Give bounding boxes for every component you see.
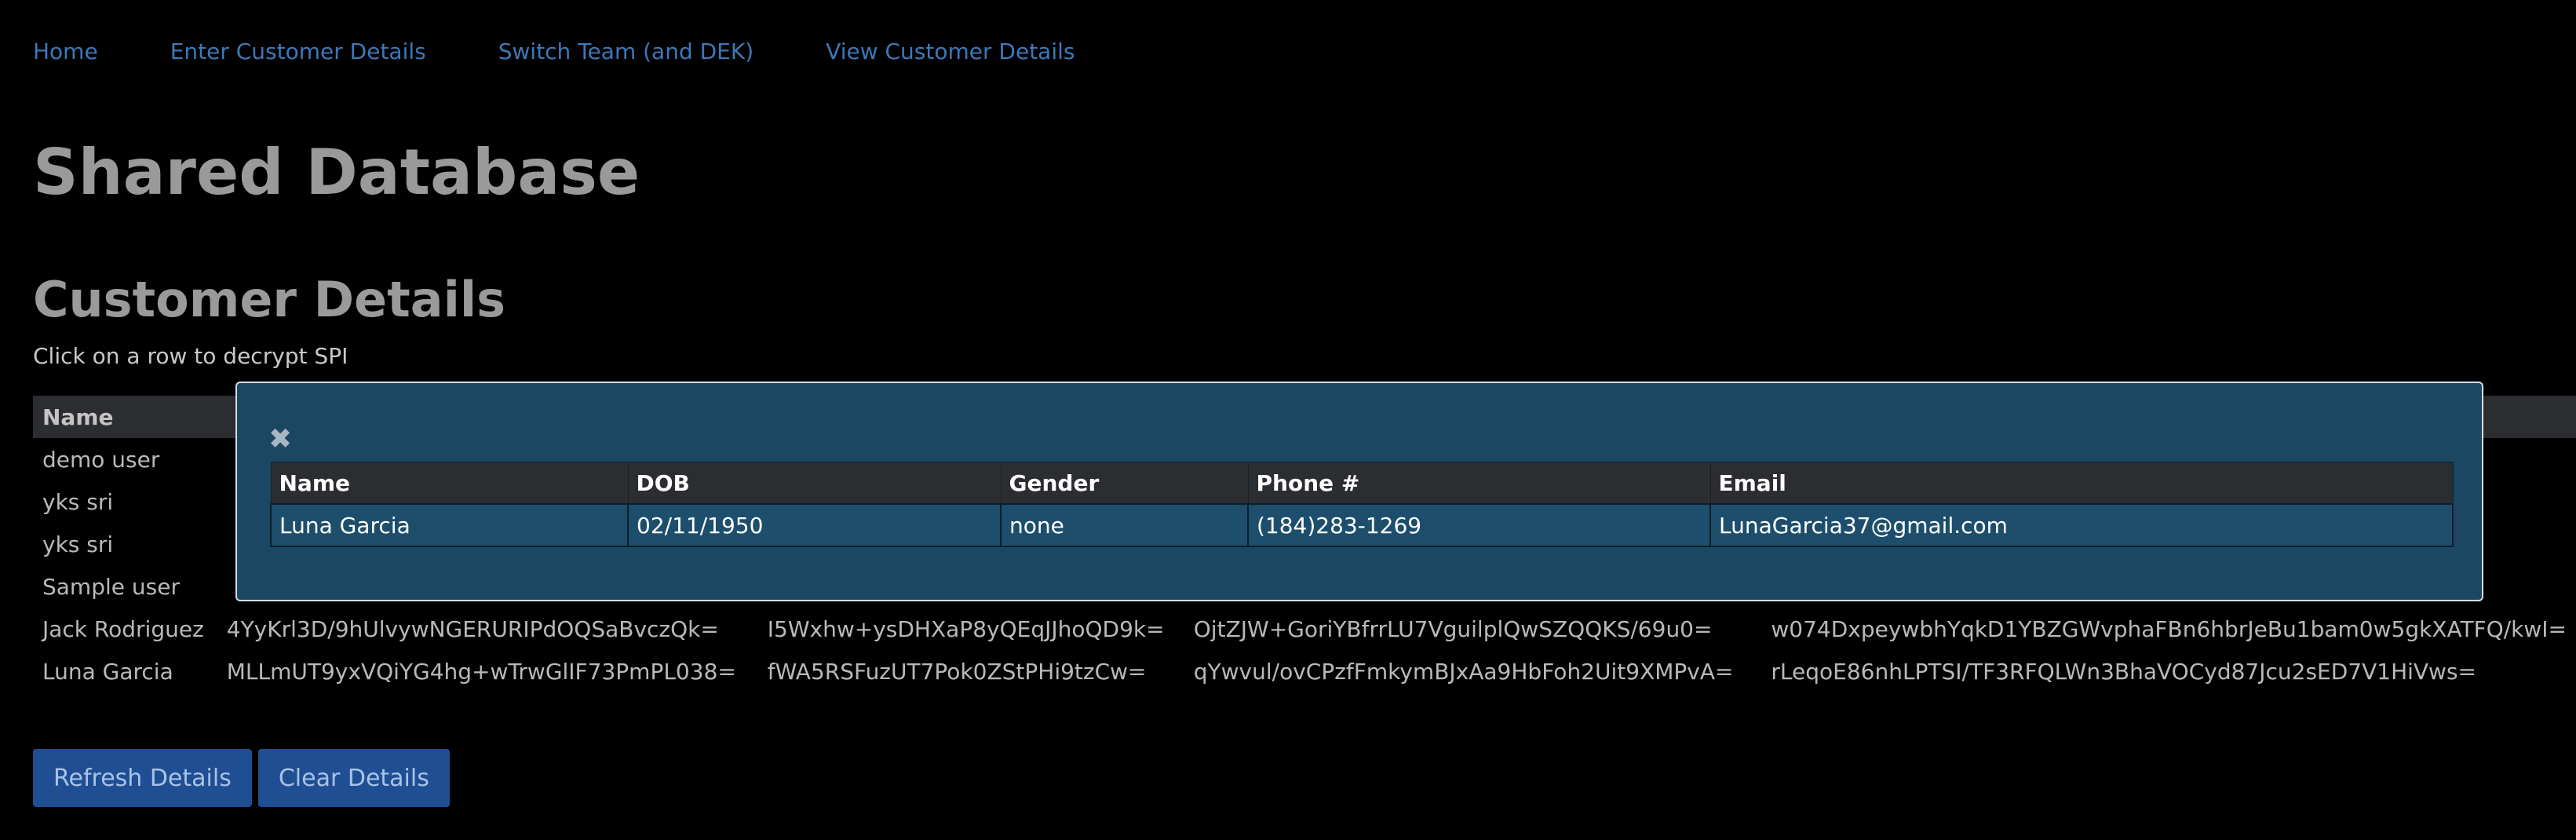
- table-row[interactable]: Jack Rodriguez 4YyKrl3D/9hUlvywNGERURIPd…: [33, 608, 2576, 650]
- cell-encrypted: rLeqoE86nhLPTSI/TF3RFQLWn3BhaVOCyd87Jcu2…: [1771, 658, 2476, 685]
- page-title: Shared Database: [33, 136, 640, 209]
- action-buttons: Refresh Details Clear Details: [33, 749, 450, 807]
- decrypted-details-modal: ✖ Name DOB Gender Phone # Email Luna Gar…: [235, 382, 2483, 601]
- decrypt-hint: Click on a row to decrypt SPI: [33, 343, 348, 369]
- close-icon[interactable]: ✖: [268, 424, 292, 455]
- cell-name: Jack Rodriguez: [42, 615, 204, 642]
- nav-home-link[interactable]: Home: [33, 36, 98, 68]
- cell-encrypted: I5Wxhw+ysDHXaP8yQEqJJhoQD9k=: [767, 615, 1165, 642]
- clear-details-button[interactable]: Clear Details: [257, 749, 450, 807]
- cell-encrypted: 4YyKrl3D/9hUlvywNGERURIPdOQSaBvczQk=: [226, 615, 719, 642]
- cell-encrypted: OjtZJW+GoriYBfrrLU7VguilplQwSZQQKS/69u0=: [1193, 615, 1713, 642]
- detail-gender: none: [1000, 503, 1249, 547]
- decrypted-details-table: Name DOB Gender Phone # Email Luna Garci…: [270, 462, 2454, 547]
- cell-name: Luna Garcia: [42, 658, 173, 685]
- cell-encrypted: MLLmUT9yxVQiYG4hg+wTrwGlIF73PmPL038=: [226, 658, 736, 685]
- detail-header-name: Name: [270, 462, 629, 505]
- detail-dob: 02/11/1950: [627, 503, 1002, 547]
- cell-name: yks sri: [42, 488, 114, 515]
- detail-phone: (184)283-1269: [1247, 503, 1711, 547]
- nav-switch-team-link[interactable]: Switch Team (and DEK): [498, 36, 753, 68]
- detail-email: LunaGarcia37@gmail.com: [1709, 503, 2454, 547]
- cell-name: demo user: [42, 446, 160, 473]
- detail-header-row: Name DOB Gender Phone # Email: [270, 462, 2454, 505]
- table-row[interactable]: Luna Garcia MLLmUT9yxVQiYG4hg+wTrwGlIF73…: [33, 650, 2576, 692]
- cell-encrypted: w074DxpeywbhYqkD1YBZGWvphaFBn6hbrJeBu1ba…: [1771, 615, 2567, 642]
- cell-name: yks sri: [42, 531, 114, 557]
- cell-encrypted: qYwvul/ovCPzfFmkymBJxAa9HbFoh2Uit9XMPvA=: [1193, 658, 1734, 685]
- detail-header-phone: Phone #: [1247, 462, 1711, 505]
- section-title: Customer Details: [33, 271, 505, 328]
- detail-name: Luna Garcia: [270, 503, 629, 547]
- cell-encrypted: fWA5RSFuzUT7Pok0ZStPHi9tzCw=: [767, 658, 1147, 685]
- refresh-details-button[interactable]: Refresh Details: [33, 749, 252, 807]
- header-name: Name: [33, 396, 217, 438]
- nav-enter-customer-details-link[interactable]: Enter Customer Details: [170, 36, 426, 68]
- detail-header-dob: DOB: [627, 462, 1002, 505]
- top-nav: Home Enter Customer Details Switch Team …: [33, 36, 1075, 68]
- cell-name: Sample user: [42, 573, 180, 600]
- detail-header-gender: Gender: [1000, 462, 1249, 505]
- detail-header-email: Email: [1709, 462, 2454, 505]
- nav-view-customer-details-link[interactable]: View Customer Details: [826, 36, 1075, 68]
- detail-row: Luna Garcia 02/11/1950 none (184)283-126…: [270, 503, 2454, 547]
